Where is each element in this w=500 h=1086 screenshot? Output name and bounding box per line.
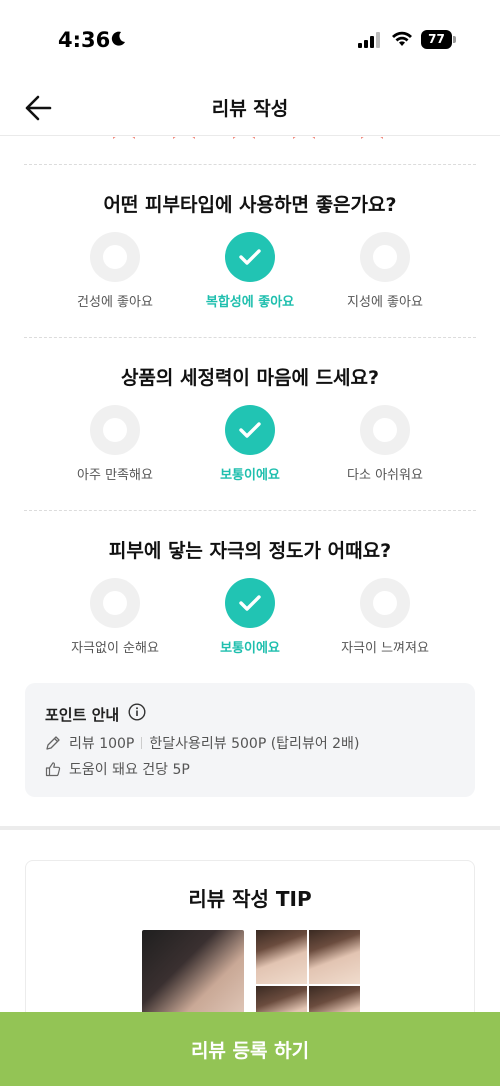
- divider: [24, 337, 476, 338]
- pencil-icon: [46, 736, 60, 750]
- points-monthly-review: 한달사용리뷰 500P (탑리뷰어 2배): [149, 736, 360, 752]
- option-label: 지성에 좋아요: [347, 295, 423, 310]
- radio-circle[interactable]: [90, 232, 140, 282]
- option-label: 아주 만족해요: [77, 468, 153, 483]
- radio-circle[interactable]: [90, 405, 140, 455]
- option-gentle[interactable]: 자극없이 순해요: [45, 578, 185, 656]
- moon-icon: [111, 31, 125, 46]
- check-icon: [239, 249, 261, 265]
- star-icon[interactable]: [361, 137, 383, 149]
- option-average[interactable]: 보통이에요: [180, 405, 320, 483]
- radio-circle-selected[interactable]: [225, 578, 275, 628]
- option-label: 보통이에요: [220, 468, 280, 483]
- radio-circle-selected[interactable]: [225, 405, 275, 455]
- submit-label: 리뷰 등록 하기: [190, 1039, 310, 1062]
- option-oily[interactable]: 지성에 좋아요: [315, 232, 455, 310]
- check-icon: [239, 595, 261, 611]
- battery-level: 77: [421, 30, 452, 49]
- points-info-box: 포인트 안내 리뷰 100P 한달사용리뷰 500P (탑리뷰어 2배) 도움이…: [25, 683, 475, 797]
- question-title-irritation: 피부에 닿는 자극의 정도가 어때요?: [108, 540, 392, 562]
- option-combination[interactable]: 복합성에 좋아요: [180, 232, 320, 310]
- option-average[interactable]: 보통이에요: [180, 578, 320, 656]
- option-irritating[interactable]: 자극이 느껴져요: [315, 578, 455, 656]
- rating-stars[interactable]: [0, 137, 500, 149]
- star-icon[interactable]: [233, 137, 255, 149]
- points-helpful-line: 도움이 돼요 건당 5P: [45, 759, 190, 779]
- status-bar: 4:36 77: [0, 0, 500, 80]
- option-label: 보통이에요: [220, 641, 280, 656]
- question-title-skin-type: 어떤 피부타입에 사용하면 좋은가요?: [103, 194, 397, 216]
- status-time: 4:36: [58, 28, 111, 52]
- info-icon[interactable]: [128, 703, 146, 721]
- points-helpful: 도움이 돼요 건당 5P: [69, 762, 190, 778]
- app-header: 리뷰 작성: [0, 80, 500, 136]
- radio-circle[interactable]: [90, 578, 140, 628]
- thumbs-up-icon: [45, 762, 61, 777]
- option-label: 복합성에 좋아요: [205, 295, 295, 310]
- points-review-line: 리뷰 100P 한달사용리뷰 500P (탑리뷰어 2배): [45, 733, 359, 753]
- points-review: 리뷰 100P: [69, 736, 135, 752]
- option-disappointing[interactable]: 다소 아쉬워요: [315, 405, 455, 483]
- tip-title: 리뷰 작성 TIP: [188, 887, 312, 911]
- question-title-cleansing: 상품의 세정력이 마음에 드세요?: [120, 367, 380, 389]
- option-label: 건성에 좋아요: [77, 295, 153, 310]
- radio-circle-selected[interactable]: [225, 232, 275, 282]
- check-icon: [239, 422, 261, 438]
- option-dry[interactable]: 건성에 좋아요: [45, 232, 185, 310]
- star-icon[interactable]: [113, 137, 135, 149]
- battery-icon: 77: [421, 30, 457, 49]
- signal-icon: [358, 32, 380, 48]
- points-title: 포인트 안내: [45, 706, 120, 724]
- section-divider: [0, 826, 500, 830]
- option-label: 자극없이 순해요: [71, 641, 159, 656]
- divider: [24, 510, 476, 511]
- radio-circle[interactable]: [360, 405, 410, 455]
- radio-circle[interactable]: [360, 232, 410, 282]
- divider: [24, 164, 476, 165]
- option-label: 다소 아쉬워요: [347, 468, 423, 483]
- star-icon[interactable]: [173, 137, 195, 149]
- radio-circle[interactable]: [360, 578, 410, 628]
- option-very-satisfied[interactable]: 아주 만족해요: [45, 405, 185, 483]
- option-label: 자극이 느껴져요: [341, 641, 429, 656]
- submit-review-button[interactable]: 리뷰 등록 하기: [0, 1012, 500, 1086]
- wifi-icon: [392, 31, 412, 46]
- page-title: 리뷰 작성: [211, 98, 289, 120]
- star-icon[interactable]: [293, 137, 315, 149]
